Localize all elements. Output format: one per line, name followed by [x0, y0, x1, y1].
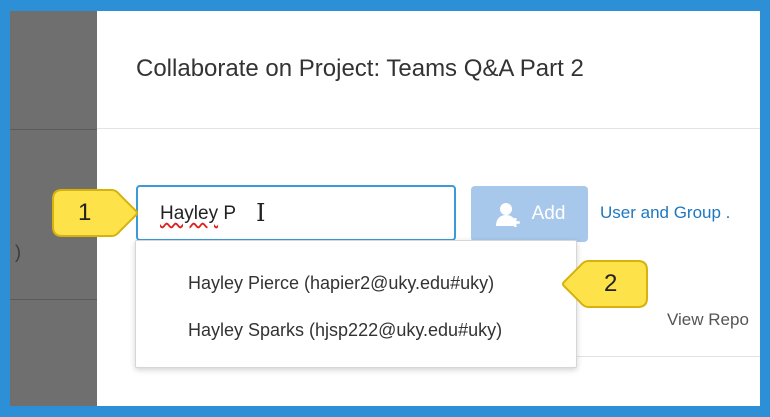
- dialog-title: Collaborate on Project: Teams Q&A Part 2: [136, 55, 584, 82]
- search-input-value: Hayley P: [160, 203, 236, 225]
- divider: [10, 299, 97, 300]
- add-button-label: Add: [531, 203, 566, 224]
- row-divider: [577, 356, 760, 357]
- callout-1: 1: [50, 187, 140, 239]
- search-typed-word: Hayley: [160, 203, 219, 224]
- text-cursor-icon: I: [256, 199, 266, 227]
- add-button[interactable]: Add: [471, 186, 588, 242]
- search-typed-suffix: P: [218, 203, 237, 224]
- callout-number: 1: [78, 199, 92, 226]
- suggestion-item[interactable]: Hayley Sparks (hjsp222@uky.edu#uky): [188, 320, 502, 341]
- user-search-input[interactable]: Hayley P I: [136, 185, 456, 241]
- user-and-group-link[interactable]: User and Group .: [600, 203, 730, 223]
- divider: [10, 129, 97, 130]
- callout-number: 2: [604, 270, 618, 297]
- callout-2: 2: [550, 258, 650, 310]
- dialog-divider: [97, 128, 760, 129]
- background-text: ): [15, 242, 21, 262]
- suggestions-dropdown: Hayley Pierce (hapier2@uky.edu#uky) Hayl…: [135, 240, 577, 368]
- callout-shape: [562, 260, 648, 308]
- callout-shape: [52, 189, 138, 237]
- suggestion-item[interactable]: Hayley Pierce (hapier2@uky.edu#uky): [188, 273, 494, 294]
- add-user-icon: [495, 203, 520, 227]
- collaborate-dialog: Collaborate on Project: Teams Q&A Part 2…: [97, 11, 760, 406]
- view-reports-link[interactable]: View Repo: [667, 310, 749, 330]
- screenshot-frame: ) Collaborate on Project: Teams Q&A Part…: [10, 11, 760, 406]
